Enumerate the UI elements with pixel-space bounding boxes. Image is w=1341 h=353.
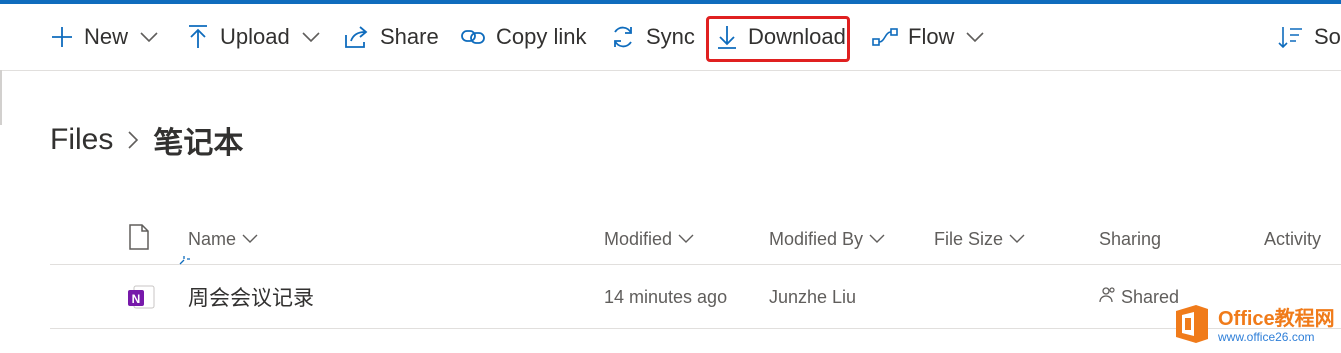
new-label: New — [84, 24, 129, 49]
chevron-down-icon — [242, 234, 258, 244]
upload-icon — [186, 24, 210, 50]
new-button[interactable]: New — [50, 4, 158, 70]
copy-link-label: Copy link — [496, 24, 587, 49]
sort-label: Sort — [1314, 24, 1341, 49]
file-modified: 14 minutes ago — [604, 286, 728, 307]
column-activity[interactable]: Activity — [1264, 214, 1321, 264]
chevron-down-icon — [869, 234, 885, 244]
office-logo-icon — [1172, 303, 1212, 350]
left-rail-divider — [0, 70, 2, 125]
sync-label: Sync — [646, 24, 695, 49]
document-icon — [128, 223, 150, 255]
breadcrumb: Files 笔记本 — [50, 118, 243, 162]
column-file-size-label: File Size — [934, 228, 1004, 249]
column-activity-label: Activity — [1264, 228, 1322, 249]
command-bar: New Upload Share Copy link Sync Download… — [0, 4, 1341, 71]
sharing-status[interactable]: Shared — [1099, 266, 1179, 328]
chevron-down-icon[interactable] — [140, 31, 158, 43]
file-list-header: Name Modified Modified By File Size Shar… — [50, 214, 1341, 265]
breadcrumb-files[interactable]: Files — [50, 123, 113, 157]
chevron-down-icon[interactable] — [302, 31, 320, 43]
link-icon — [460, 27, 486, 47]
upload-label: Upload — [220, 24, 290, 49]
sharing-label: Shared — [1121, 286, 1180, 307]
download-highlight-box — [706, 16, 850, 62]
flow-icon — [872, 27, 898, 47]
share-icon — [344, 25, 370, 49]
flow-label: Flow — [908, 24, 955, 49]
column-name-label: Name — [188, 228, 237, 249]
sync-button[interactable]: Sync — [610, 4, 695, 70]
chevron-right-icon — [127, 130, 139, 150]
plus-icon — [50, 25, 74, 49]
share-label: Share — [380, 24, 439, 49]
column-modified[interactable]: Modified — [604, 214, 694, 264]
sync-icon — [610, 24, 636, 50]
chevron-down-icon — [1009, 234, 1025, 244]
column-modified-label: Modified — [604, 228, 673, 249]
flow-button[interactable]: Flow — [872, 4, 985, 70]
copy-link-button[interactable]: Copy link — [460, 4, 586, 70]
file-modified-by: Junzhe Liu — [769, 286, 857, 307]
watermark-brand: Office教程网 — [1218, 308, 1335, 330]
share-button[interactable]: Share — [344, 4, 439, 70]
column-sharing[interactable]: Sharing — [1099, 214, 1161, 264]
file-type-header[interactable] — [128, 214, 150, 264]
people-icon — [1099, 286, 1117, 309]
upload-button[interactable]: Upload — [186, 4, 320, 70]
onenote-icon: N — [126, 266, 156, 328]
svg-text:N: N — [132, 292, 141, 306]
watermark-url: www.office26.com — [1218, 330, 1315, 344]
chevron-down-icon — [678, 234, 694, 244]
column-sharing-label: Sharing — [1099, 228, 1162, 249]
watermark: Office教程网 www.office26.com — [1172, 302, 1335, 350]
chevron-down-icon[interactable] — [966, 31, 985, 43]
column-file-size[interactable]: File Size — [934, 214, 1025, 264]
column-modified-by[interactable]: Modified By — [769, 214, 885, 264]
table-row[interactable]: N 周会会议记录 14 minutes ago Junzhe Liu Share… — [50, 256, 1341, 329]
sort-icon — [1278, 25, 1304, 49]
column-name[interactable]: Name — [188, 214, 258, 264]
breadcrumb-current-folder: 笔记本 — [153, 127, 244, 160]
column-modified-by-label: Modified By — [769, 228, 864, 249]
file-name-link[interactable]: 周会会议记录 — [188, 266, 314, 328]
sort-button[interactable]: Sort — [1278, 4, 1341, 70]
